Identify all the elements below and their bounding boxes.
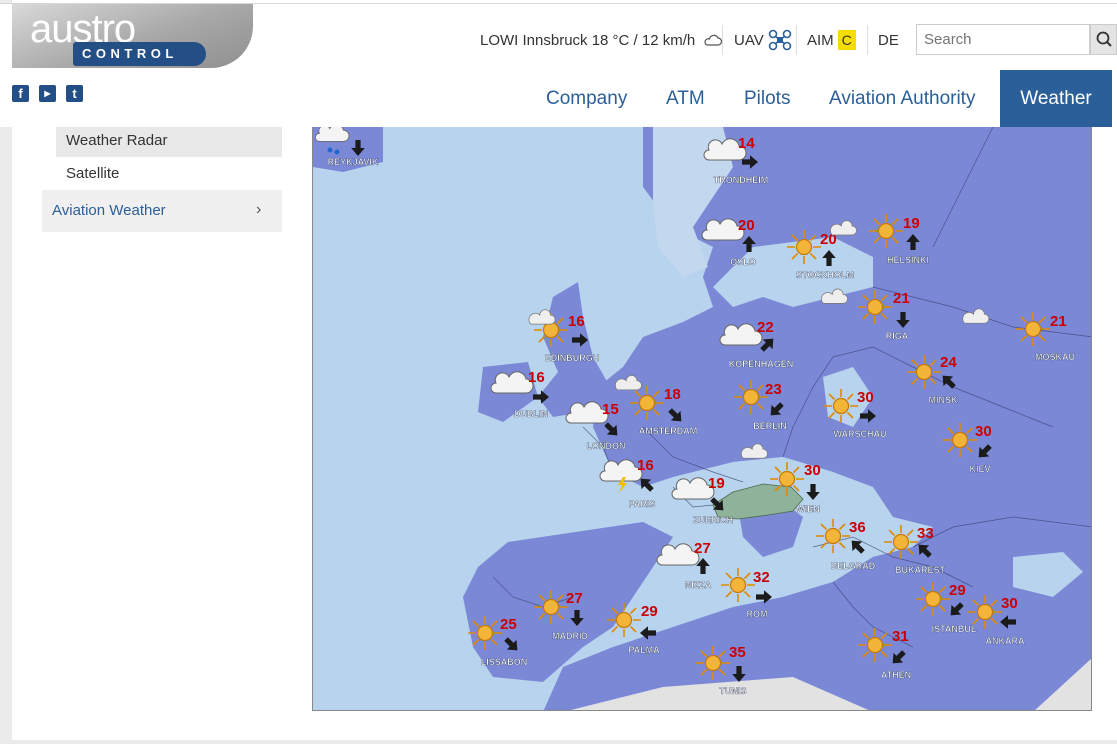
svg-text:32: 32 [753,569,770,586]
twitter-icon[interactable]: t [66,85,83,102]
svg-text:19: 19 [903,215,920,232]
sidebar-item-weather-radar[interactable]: Weather Radar [56,124,282,157]
nav-weather[interactable]: Weather [1000,70,1112,127]
svg-text:NIZZA: NIZZA [685,580,712,590]
svg-text:LONDON: LONDON [587,441,626,451]
svg-text:36: 36 [849,519,866,536]
svg-text:TUNIS: TUNIS [720,686,747,696]
svg-text:18: 18 [664,386,681,403]
svg-text:WARSCHAU: WARSCHAU [834,429,887,439]
svg-text:27: 27 [694,540,711,557]
svg-text:30: 30 [804,462,821,479]
svg-text:LISSABON: LISSABON [481,657,528,667]
svg-text:MINSK: MINSK [929,395,959,405]
language-label: DE [878,31,899,49]
logo-subtitle: CONTROL [73,42,206,66]
facebook-icon[interactable]: f [12,85,29,102]
svg-text:BUKAREST: BUKAREST [895,565,946,575]
svg-text:29: 29 [641,603,658,620]
svg-text:REYKJAVIK: REYKJAVIK [328,157,379,167]
svg-text:BELGRAD: BELGRAD [831,561,876,571]
svg-text:EDINBURGH: EDINBURGH [545,353,600,363]
station-nizza: 27 NIZZA [656,540,712,590]
search-button[interactable] [1090,24,1117,55]
svg-text:KIEV: KIEV [969,464,990,474]
aim-status-badge: C [837,30,856,50]
svg-text:KOPENHAGEN: KOPENHAGEN [729,359,794,369]
youtube-icon[interactable]: ▶ [39,85,56,102]
svg-text:STOCKHOLM: STOCKHOLM [796,270,854,280]
svg-text:RIGA: RIGA [886,331,909,341]
svg-text:AMSTERDAM: AMSTERDAM [639,426,698,436]
svg-text:ROM: ROM [747,609,768,619]
divider [796,25,797,55]
svg-text:OSLO: OSLO [730,257,756,267]
svg-text:15: 15 [602,401,619,418]
svg-text:ISTANBUL: ISTANBUL [932,624,977,634]
svg-text:24: 24 [940,354,957,371]
search-icon [1096,31,1112,47]
station-paris: 16 PARIS [599,457,657,509]
cloud-icon [704,34,723,46]
sidebar-item-satellite[interactable]: Satellite [56,157,282,190]
svg-text:22: 22 [757,319,774,336]
svg-text:30: 30 [1001,595,1018,612]
svg-text:20: 20 [738,217,755,234]
uav-label: UAV [734,31,764,49]
nav-atm[interactable]: ATM [666,70,705,127]
map-canvas: REYKJAVIK 14TRONDHEIM 20OSLO 20STOCKHOLM… [313,127,1091,710]
svg-text:16: 16 [568,313,585,330]
svg-text:TRONDHEIM: TRONDHEIM [714,175,769,185]
svg-text:21: 21 [893,290,910,307]
current-weather[interactable]: LOWI Innsbruck 18 °C / 12 km/h [480,25,723,55]
page: { "logo": { "word": "austro", "sub": "CO… [0,0,1117,744]
svg-text:14: 14 [738,135,755,152]
svg-text:PALMA: PALMA [628,645,660,655]
site-header: austro CONTROL f ▶ t LOWI Innsbruck 18 °… [0,4,1117,127]
austro-control-logo[interactable]: austro CONTROL [12,4,253,68]
svg-text:27: 27 [566,590,583,607]
svg-text:30: 30 [975,423,992,440]
svg-text:ZUERICH: ZUERICH [693,515,733,525]
svg-text:25: 25 [500,616,517,633]
search-input[interactable] [916,24,1090,55]
sidebar-item-aviation-weather[interactable]: Aviation Weather [42,190,282,232]
nav-pilots[interactable]: Pilots [744,70,790,127]
svg-text:33: 33 [917,525,934,542]
svg-text:DUBLIN: DUBLIN [514,409,548,419]
current-weather-text: LOWI Innsbruck 18 °C / 12 km/h [480,31,696,49]
drone-icon [768,29,792,51]
svg-text:23: 23 [765,381,782,398]
svg-text:16: 16 [528,369,545,386]
svg-text:21: 21 [1050,313,1067,330]
svg-text:WIEN: WIEN [796,504,820,514]
svg-text:BERLIN: BERLIN [753,421,787,431]
language-switch[interactable]: DE [878,25,899,55]
svg-text:29: 29 [949,582,966,599]
svg-text:PARIS: PARIS [629,499,656,509]
nav-aviation-authority[interactable]: Aviation Authority [829,70,975,127]
svg-text:MOSKAU: MOSKAU [1035,352,1075,362]
svg-text:35: 35 [729,644,746,661]
svg-text:30: 30 [857,389,874,406]
svg-text:ATHEN: ATHEN [881,670,911,680]
svg-text:16: 16 [637,457,654,474]
svg-text:HELSINKI: HELSINKI [887,255,929,265]
svg-text:19: 19 [708,475,725,492]
divider [867,25,868,55]
chevron-right-icon: › [256,201,262,218]
aim-label: AIM [807,31,834,49]
svg-text:ANKARA: ANKARA [986,636,1025,646]
nav-company[interactable]: Company [546,70,627,127]
svg-text:31: 31 [892,628,909,645]
europe-weather-map: REYKJAVIK 14 TRONDHEIM 20 OSLO 20 STOCKHOLM… [312,126,1092,711]
uav-link[interactable]: UAV [734,25,792,55]
aim-link[interactable]: AIM C [807,25,856,55]
svg-text:MADRID: MADRID [552,631,588,641]
divider [722,25,723,55]
